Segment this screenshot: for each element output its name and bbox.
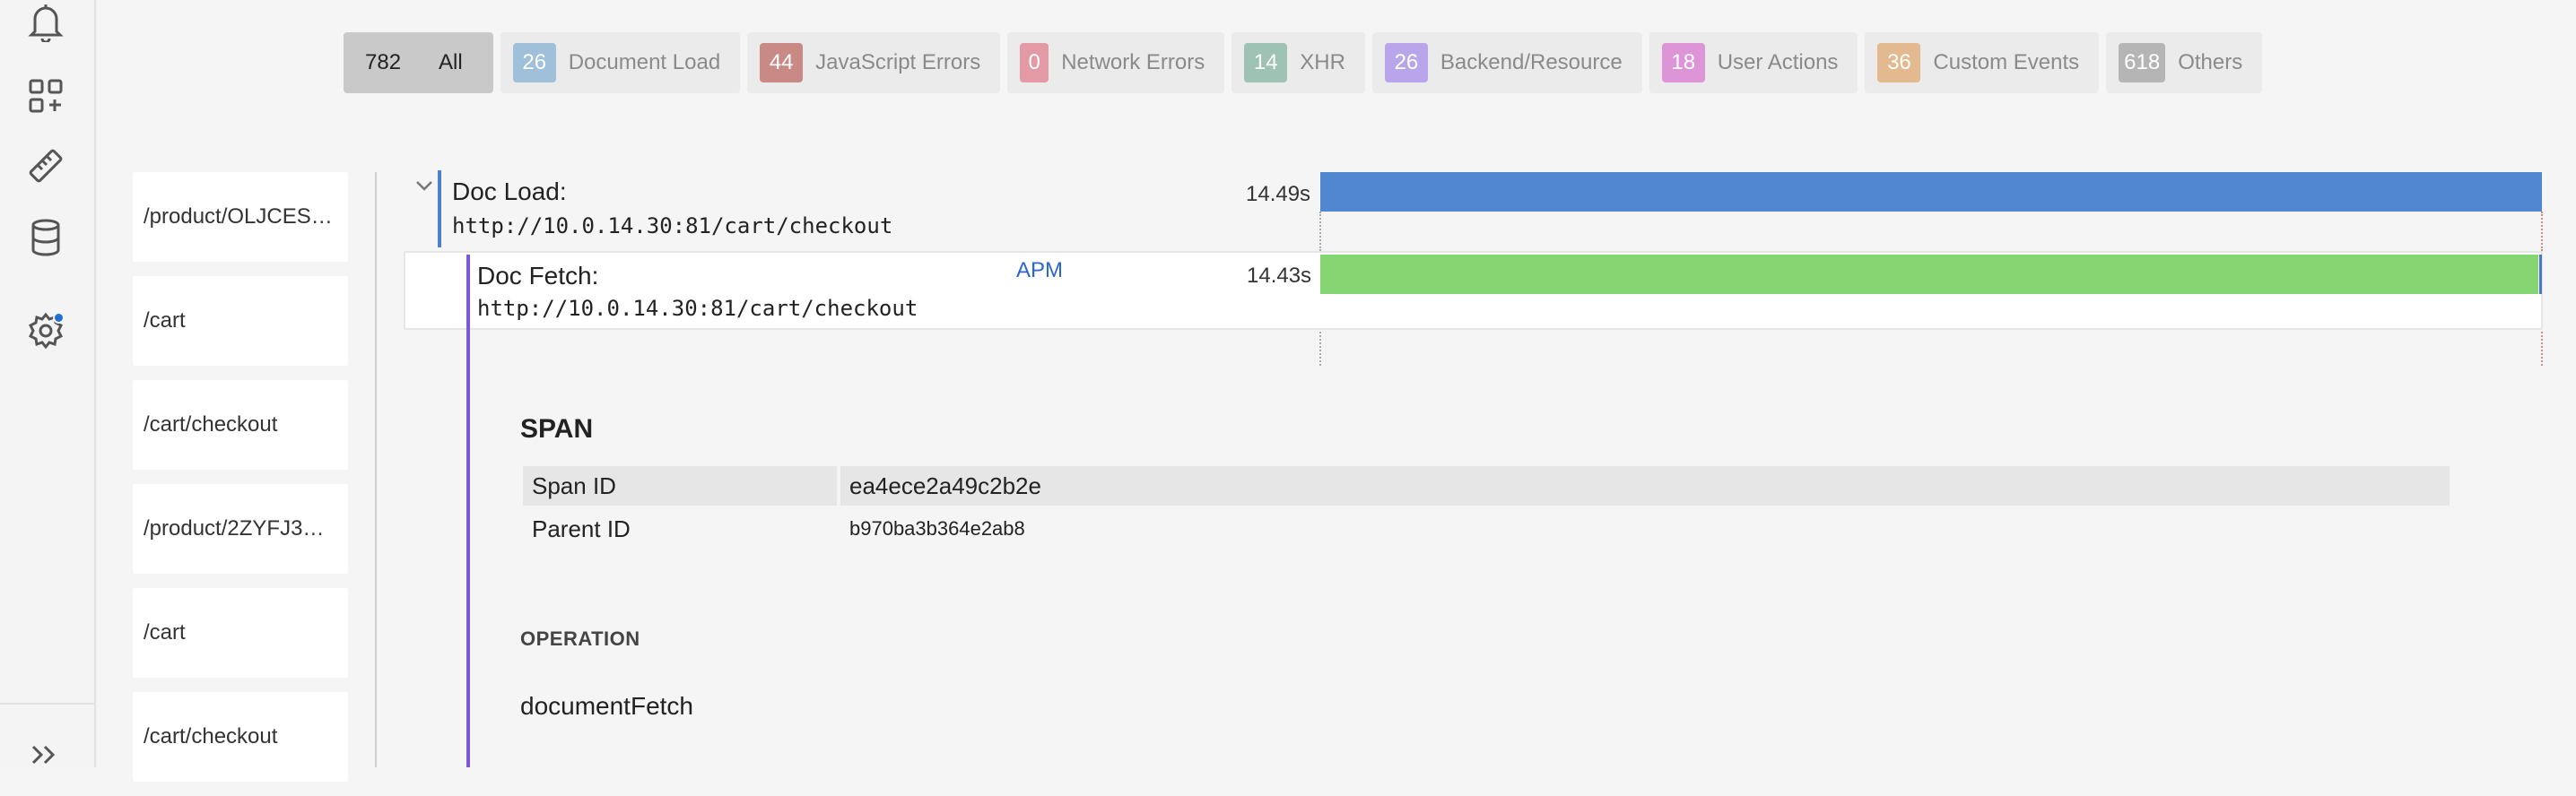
timing-marker bbox=[1319, 332, 1321, 366]
ruler-icon[interactable] bbox=[25, 145, 66, 186]
filter-custom-events[interactable]: 36 Custom Events bbox=[1865, 32, 2100, 93]
event-filter-bar: 782 All 26 Document Load 44 JavaScript E… bbox=[344, 32, 2263, 93]
filter-count: 618 bbox=[2119, 43, 2166, 82]
page-path: /product/OLJCESPC7Z bbox=[144, 204, 337, 229]
span-id-label: Span ID bbox=[523, 466, 837, 506]
operation-heading: OPERATION bbox=[520, 627, 640, 650]
bar-end-marker bbox=[2539, 255, 2542, 294]
apm-link[interactable]: APM bbox=[1016, 258, 1063, 283]
row-title: Doc Fetch: bbox=[477, 262, 599, 290]
notification-dot bbox=[53, 312, 65, 324]
span-id-value: ea4ece2a49c2b2e bbox=[840, 466, 2450, 506]
filter-count: 782 bbox=[365, 50, 402, 74]
page-path: /cart/checkout bbox=[144, 412, 278, 437]
timing-marker bbox=[2541, 212, 2543, 251]
operation-value: documentFetch bbox=[520, 692, 693, 720]
page-path: /cart/checkout bbox=[144, 724, 278, 748]
filter-label: Document Load bbox=[568, 50, 721, 74]
page-path: /cart bbox=[144, 620, 186, 645]
filter-count: 26 bbox=[512, 43, 556, 82]
filter-all[interactable]: 782 All bbox=[344, 32, 493, 93]
filter-count: 44 bbox=[760, 43, 804, 82]
row-accent bbox=[438, 170, 441, 247]
dashboard-icon[interactable] bbox=[25, 75, 66, 117]
span-id-row: Span ID ea4ece2a49c2b2e bbox=[523, 466, 2450, 506]
doc-load-bar[interactable] bbox=[1320, 172, 2542, 212]
page-list-item[interactable]: /cart bbox=[133, 276, 348, 366]
page-list-item[interactable]: /cart/checkout bbox=[133, 692, 348, 782]
filter-label: JavaScript Errors bbox=[815, 50, 981, 74]
row-url: http://10.0.14.30:81/cart/checkout bbox=[452, 213, 893, 238]
icon-rail bbox=[0, 0, 96, 767]
filter-count: 18 bbox=[1661, 43, 1705, 82]
page-list: /product/OLJCESPC7Z /cart /cart/checkout… bbox=[133, 172, 348, 796]
filter-javascript-errors[interactable]: 44 JavaScript Errors bbox=[747, 32, 1001, 93]
parent-id-row: Parent ID b970ba3b364e2ab8 bbox=[523, 509, 2450, 549]
bell-icon[interactable] bbox=[25, 2, 66, 43]
page-list-item[interactable]: /product/2ZYFJ3GM2N bbox=[133, 484, 348, 574]
filter-xhr[interactable]: 14 XHR bbox=[1231, 32, 1365, 93]
settings-icon[interactable] bbox=[25, 310, 66, 351]
filter-label: Backend/Resource bbox=[1440, 50, 1623, 74]
filter-label: Network Errors bbox=[1061, 50, 1205, 74]
parent-id-label: Parent ID bbox=[532, 515, 631, 542]
row-duration: 14.43s bbox=[1247, 264, 1312, 288]
page-list-item[interactable]: /product/OLJCESPC7Z bbox=[133, 172, 348, 262]
page-list-item[interactable]: /cart/checkout bbox=[133, 380, 348, 470]
filter-label: Custom Events bbox=[1933, 50, 2080, 74]
timing-marker bbox=[2541, 332, 2543, 366]
filter-count: 0 bbox=[1020, 43, 1049, 82]
filter-label: User Actions bbox=[1717, 50, 1839, 74]
doc-fetch-bar[interactable] bbox=[1320, 255, 2542, 294]
span-indent-line bbox=[466, 255, 470, 767]
timing-marker bbox=[1319, 212, 1321, 251]
parent-id-value: b970ba3b364e2ab8 bbox=[849, 517, 1025, 540]
filter-label: Others bbox=[2178, 50, 2243, 74]
filter-document-load[interactable]: 26 Document Load bbox=[500, 32, 741, 93]
database-icon[interactable] bbox=[25, 217, 66, 258]
filter-count: 36 bbox=[1877, 43, 1921, 82]
expand-icon[interactable] bbox=[30, 744, 57, 767]
filter-backend-resource[interactable]: 26 Backend/Resource bbox=[1371, 32, 1642, 93]
page-path: /cart bbox=[144, 308, 186, 333]
rail-divider bbox=[0, 703, 96, 705]
row-title: Doc Load: bbox=[452, 177, 567, 205]
filter-network-errors[interactable]: 0 Network Errors bbox=[1007, 32, 1225, 93]
filter-user-actions[interactable]: 18 User Actions bbox=[1649, 32, 1858, 93]
page-path: /product/2ZYFJ3GM2N bbox=[144, 516, 337, 541]
span-heading: SPAN bbox=[520, 414, 594, 444]
filter-count: 14 bbox=[1244, 43, 1288, 82]
filter-others[interactable]: 618 Others bbox=[2106, 32, 2263, 93]
filter-label: XHR bbox=[1300, 50, 1345, 74]
list-divider bbox=[375, 172, 377, 767]
filter-label: All bbox=[439, 50, 463, 74]
page-list-item[interactable]: /cart bbox=[133, 588, 348, 678]
row-duration: 14.49s bbox=[1246, 182, 1311, 206]
filter-count: 26 bbox=[1384, 43, 1428, 82]
row-url: http://10.0.14.30:81/cart/checkout bbox=[477, 296, 918, 321]
